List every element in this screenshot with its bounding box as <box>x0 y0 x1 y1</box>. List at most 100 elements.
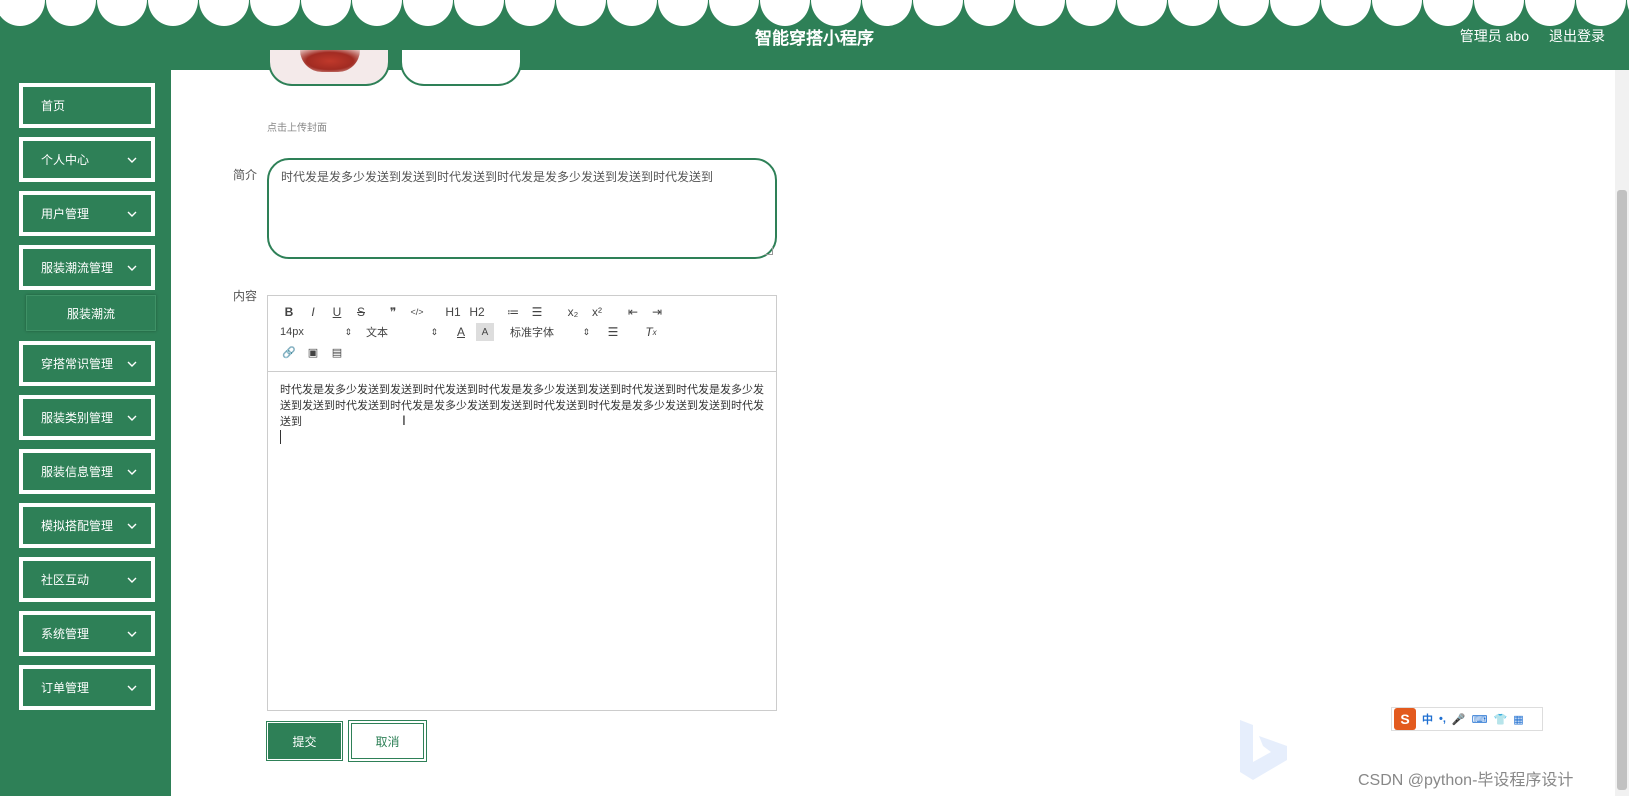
editor-toolbar: B I U S ❞ </> H1 H2 ≔ ☰ x₂ x² ⇤ ⇥ 14px ⇕ 文本 ⇕ A A 标准字体 ⇕… <box>268 296 776 372</box>
chevron-down-icon <box>127 415 137 421</box>
cover-image-preview[interactable] <box>268 50 390 86</box>
sidebar-item-fashion-trend-management[interactable]: 服装潮流管理 <box>19 245 155 290</box>
toolbar-row-media: 🔗 ▣ ▤ <box>280 343 352 361</box>
sidebar-item-user-management[interactable]: 用户管理 <box>19 191 155 236</box>
scallop <box>913 0 963 26</box>
font-size-select[interactable]: 14px ⇕ <box>280 323 352 341</box>
page-scrollbar[interactable] <box>1615 70 1629 796</box>
rich-text-editor: B I U S ❞ </> H1 H2 ≔ ☰ x₂ x² ⇤ ⇥ 14px ⇕ 文本 ⇕ A A 标准字体 ⇕… <box>267 295 777 711</box>
submit-button[interactable]: 提交 <box>266 721 343 761</box>
strike-icon[interactable]: S <box>352 303 370 321</box>
blockquote-icon[interactable]: ❞ <box>384 303 402 321</box>
sidebar-item-community[interactable]: 社区互动 <box>19 557 155 602</box>
scallop <box>862 0 912 26</box>
scallop <box>505 0 555 26</box>
chevron-down-icon <box>127 361 137 367</box>
subscript-icon[interactable]: x₂ <box>564 303 582 321</box>
background-color-icon[interactable]: A <box>476 323 494 341</box>
sidebar-item-outfit-knowledge[interactable]: 穿搭常识管理 <box>19 341 155 386</box>
cancel-button[interactable]: 取消 <box>348 720 427 762</box>
align-icon[interactable]: ☰ <box>604 323 622 341</box>
outdent-icon[interactable]: ⇤ <box>624 303 642 321</box>
top-header: 智能穿搭小程序 管理员 abo 退出登录 <box>0 0 1629 70</box>
video-icon[interactable]: ▤ <box>328 343 346 361</box>
h1-icon[interactable]: H1 <box>444 303 462 321</box>
sidebar-item-clothing-info[interactable]: 服装信息管理 <box>19 449 155 494</box>
resize-handle[interactable] <box>765 247 773 255</box>
scrollbar-thumb[interactable] <box>1617 190 1627 790</box>
scallop <box>454 0 504 26</box>
link-icon[interactable]: 🔗 <box>280 343 298 361</box>
select-arrow-icon: ⇕ <box>344 326 352 337</box>
scallop <box>1117 0 1167 26</box>
text-caret <box>280 430 281 444</box>
italic-icon[interactable]: I <box>304 303 322 321</box>
ime-punctuation[interactable]: •, <box>1439 713 1446 725</box>
font-family-select[interactable]: 标准字体 ⇕ <box>510 323 590 341</box>
header-actions: 管理员 abo 退出登录 <box>1460 26 1605 46</box>
sidebar-subitem-fashion-trend[interactable]: 服装潮流 <box>26 295 156 331</box>
editor-content-area[interactable]: 时代发是发多少发送到发送到时代发送到时代发是发多少发送到发送到时代发送到时代发是… <box>268 372 776 459</box>
scallop <box>1525 0 1575 26</box>
sidebar-item-personal-center[interactable]: 个人中心 <box>19 137 155 182</box>
keyboard-icon[interactable]: ⌨ <box>1472 713 1488 726</box>
bullet-list-icon[interactable]: ☰ <box>528 303 546 321</box>
select-arrow-icon: ⇕ <box>582 326 590 337</box>
text-color-icon[interactable]: A <box>452 323 470 341</box>
scallop <box>352 0 402 26</box>
summary-textarea[interactable]: 时代发是发多少发送到发送到时代发送到时代发是发多少发送到发送到时代发送到 <box>267 158 777 259</box>
scallop <box>97 0 147 26</box>
content-label: 内容 <box>233 289 258 303</box>
summary-text: 时代发是发多少发送到发送到时代发送到时代发是发多少发送到发送到时代发送到 <box>281 170 714 184</box>
chevron-down-icon <box>127 211 137 217</box>
app-title: 智能穿搭小程序 <box>755 29 874 48</box>
scallop <box>607 0 657 26</box>
sidebar-item-system-management[interactable]: 系统管理 <box>19 611 155 656</box>
logout-button[interactable]: 退出登录 <box>1549 26 1605 46</box>
admin-user-label[interactable]: 管理员 abo <box>1460 26 1529 46</box>
summary-label: 简介 <box>233 168 258 182</box>
sidebar-item-home[interactable]: 首页 <box>19 83 155 128</box>
skin-icon[interactable]: 👕 <box>1494 713 1508 726</box>
scallop <box>301 0 351 26</box>
ime-language[interactable]: 中 <box>1422 711 1433 727</box>
sidebar-item-order-management[interactable]: 订单管理 <box>19 665 155 710</box>
scallop <box>658 0 708 26</box>
ordered-list-icon[interactable]: ≔ <box>504 303 522 321</box>
bing-logo-icon <box>1240 720 1287 780</box>
image-icon[interactable]: ▣ <box>304 343 322 361</box>
sidebar-item-simulated-matching[interactable]: 模拟搭配管理 <box>19 503 155 548</box>
superscript-icon[interactable]: x² <box>588 303 606 321</box>
select-arrow-icon: ⇕ <box>430 326 438 337</box>
editor-text: 时代发是发多少发送到发送到时代发送到时代发是发多少发送到发送到时代发送到时代发是… <box>280 384 764 428</box>
bold-icon[interactable]: B <box>280 303 298 321</box>
indent-icon[interactable]: ⇥ <box>648 303 666 321</box>
chevron-down-icon <box>127 631 137 637</box>
chevron-down-icon <box>127 469 137 475</box>
toolbar-row-selects: 14px ⇕ 文本 ⇕ A A 标准字体 ⇕ ☰ Tx <box>280 323 666 341</box>
scallop <box>1219 0 1269 26</box>
sogou-logo-icon[interactable]: S <box>1394 708 1416 730</box>
scallop <box>556 0 606 26</box>
sidebar-item-clothing-category[interactable]: 服装类别管理 <box>19 395 155 440</box>
scallop <box>1576 0 1626 26</box>
ime-toolbar: S 中 •, 🎤 ⌨ 👕 ▦ <box>1391 707 1543 731</box>
scallop <box>1321 0 1371 26</box>
h2-icon[interactable]: H2 <box>468 303 486 321</box>
scallop <box>1270 0 1320 26</box>
microphone-icon[interactable]: 🎤 <box>1452 713 1466 726</box>
scallop <box>964 0 1014 26</box>
scallop <box>0 0 45 26</box>
scallop <box>199 0 249 26</box>
toolbox-icon[interactable]: ▦ <box>1513 713 1523 726</box>
underline-icon[interactable]: U <box>328 303 346 321</box>
chevron-down-icon <box>127 523 137 529</box>
scallop <box>250 0 300 26</box>
clear-format-icon[interactable]: Tx <box>642 323 660 341</box>
scallop <box>148 0 198 26</box>
header-select[interactable]: 文本 ⇕ <box>366 323 438 341</box>
scallop <box>1423 0 1473 26</box>
cover-upload-button[interactable] <box>400 50 522 86</box>
scallop <box>1372 0 1422 26</box>
code-block-icon[interactable]: </> <box>408 303 426 321</box>
